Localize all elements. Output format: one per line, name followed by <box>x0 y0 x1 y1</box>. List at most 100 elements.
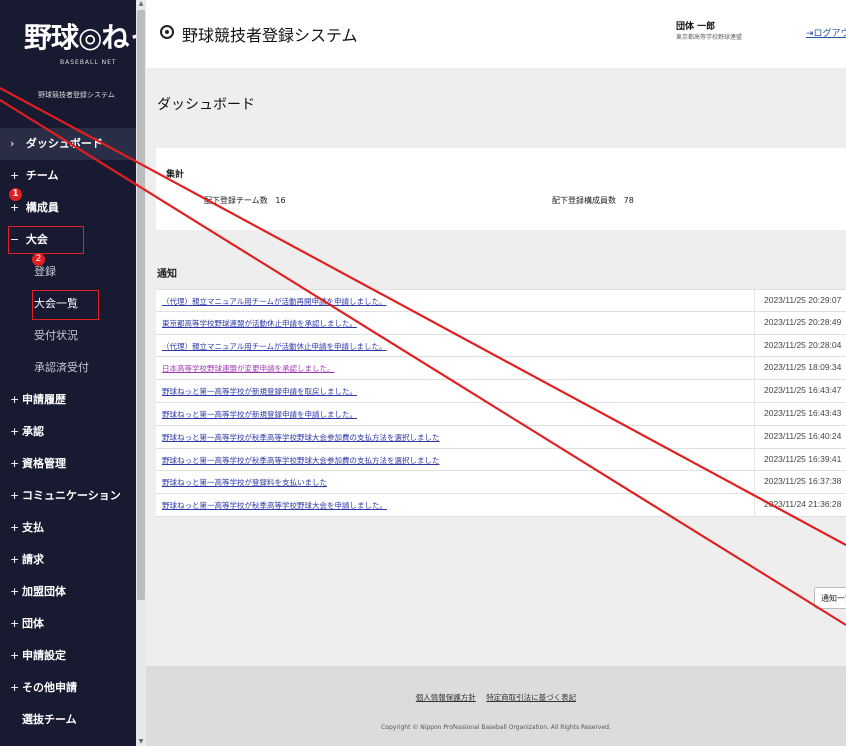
privacy-policy-link[interactable]: 個人情報保護方針 <box>416 693 476 702</box>
plus-icon: + <box>10 521 20 534</box>
sidebar-item-label: 支払 <box>22 521 44 534</box>
notice-date: 2023/11/24 21:36:28 <box>764 499 842 510</box>
sidebar-lower-items: + 申請履歴 + 承認 + 資格管理 + コミュニケーション + 支払 + 請求 + 加盟団体… <box>0 384 136 736</box>
sidebar-item-organization[interactable]: + 団体 <box>0 608 136 640</box>
logo[interactable]: 野球◎ねっと BASEBALL NET 野球競技者登録システム <box>0 0 136 128</box>
notice-date: 2023/11/25 16:43:47 <box>764 385 842 396</box>
sidebar-subitem-label: 承認済受付 <box>34 361 89 374</box>
sidebar-item-label: 申請履歴 <box>22 393 66 406</box>
highlight-box <box>8 226 84 254</box>
notice-date: 2023/11/25 16:43:43 <box>764 407 842 418</box>
notice-link[interactable]: 東京都高等学校野球連盟が活動休止申請を承認しました。 <box>162 318 357 329</box>
notice-link[interactable]: 日本高等学校野球連盟が変更申請を承認しました。 <box>162 363 335 374</box>
sidebar-item-members[interactable]: + 構成員 1 <box>0 188 136 224</box>
sidebar-item-member-orgs[interactable]: + 加盟団体 <box>0 576 136 608</box>
sidebar-subitem-approved-reception[interactable]: 承認済受付 <box>0 352 136 384</box>
notice-link[interactable]: 野球ねっと第一高等学校が登録料を支払いました <box>162 477 327 488</box>
plus-icon: + <box>10 457 20 470</box>
user-name: 団体 一郎 <box>676 22 716 32</box>
notice-row: 野球ねっと第一高等学校が新規登録申請を申請しました。 2023/11/25 16:… <box>156 402 846 426</box>
notice-link[interactable]: 野球ねっと第一高等学校が秋季高等学校野球大会参加費の支払方法を選択しました <box>162 455 440 466</box>
notice-row: （代理）親立マニュアル用チームが活動再開申請を申請しました。 2023/11/25… <box>156 289 846 312</box>
sidebar: 野球◎ねっと BASEBALL NET 野球競技者登録システム › ダッシュボー… <box>0 0 136 746</box>
copyright: Copyright © Nippon Professional Baseball… <box>381 724 611 731</box>
header: 野球競技者登録システム 団体 一郎 東京都高等学校野球連盟 ⇥ログアウト <box>146 0 846 68</box>
notice-row: 野球ねっと第一高等学校が登録料を支払いました 2023/11/25 16:37:3… <box>156 471 846 495</box>
target-logo-icon <box>160 25 174 39</box>
chevron-right-icon: › <box>10 137 15 150</box>
sidebar-item-communication[interactable]: + コミュニケーション <box>0 480 136 512</box>
notice-link[interactable]: 野球ねっと第一高等学校が新規登録申請を取戻しました。 <box>162 386 357 397</box>
notice-link[interactable]: （代理）親立マニュアル用チームが活動再開申請を申請しました。 <box>162 296 387 307</box>
plus-icon: + <box>10 649 20 662</box>
sidebar-item-label: 資格管理 <box>22 457 66 470</box>
notice-list-button[interactable]: 通知一覧 <box>814 587 846 609</box>
system-title: 野球競技者登録システム <box>182 26 358 45</box>
sidebar-item-label: 構成員 <box>25 201 59 214</box>
notice-link[interactable]: 野球ねっと第一高等学校が秋季高等学校野球大会参加費の支払方法を選択しました <box>162 432 440 443</box>
sidebar-item-tournament[interactable]: − 大会 <box>0 224 136 256</box>
sidebar-subitem-reception-status[interactable]: 受付状況 <box>0 320 136 352</box>
sidebar-item-billing[interactable]: + 請求 <box>0 544 136 576</box>
footer-links: 個人情報保護方針 特定商取引法に基づく表記 <box>146 692 846 703</box>
summary-card: 集計 配下登録チーム数 16 配下登録構成員数 78 <box>156 148 846 230</box>
team-count-value: 16 <box>275 196 286 205</box>
team-count-label: 配下登録チーム数 <box>204 196 268 205</box>
member-count-value: 78 <box>623 196 634 205</box>
sidebar-subitem-label: 登録 <box>34 265 56 278</box>
sidebar-item-team[interactable]: + チーム <box>0 160 136 192</box>
sidebar-item-qualification[interactable]: + 資格管理 <box>0 448 136 480</box>
sidebar-scrollbar[interactable]: ▲ ▼ <box>136 0 146 746</box>
logo-system-name: 野球競技者登録システム <box>38 91 115 99</box>
notice-row: 野球ねっと第一高等学校が新規登録申請を取戻しました。 2023/11/25 16:… <box>156 380 846 403</box>
notice-row: 野球ねっと第一高等学校が秋季高等学校野球大会参加費の支払方法を選択しました 202… <box>156 425 846 449</box>
user-info: 団体 一郎 東京都高等学校野球連盟 <box>676 22 742 42</box>
team-count: 配下登録チーム数 16 <box>204 195 286 206</box>
plus-icon: + <box>10 553 20 566</box>
notice-link[interactable]: 野球ねっと第一高等学校が秋季高等学校野球大会を申請しました。 <box>162 500 387 511</box>
sidebar-item-dashboard[interactable]: › ダッシュボード <box>0 128 136 160</box>
member-count: 配下登録構成員数 78 <box>552 195 634 206</box>
page-title: ダッシュボード <box>157 97 255 113</box>
sidebar-subitem-register[interactable]: 登録 2 <box>0 253 136 288</box>
plus-icon: + <box>10 681 20 694</box>
sidebar-item-label: 申請設定 <box>22 649 66 662</box>
step-badge-2: 2 <box>32 253 45 266</box>
commercial-law-link[interactable]: 特定商取引法に基づく表記 <box>486 693 576 702</box>
sidebar-subitem-tournament-list[interactable]: 大会一覧 <box>0 288 136 320</box>
logout-link[interactable]: ⇥ログアウト <box>806 26 846 39</box>
sidebar-item-selected-team[interactable]: 選抜チーム <box>0 704 136 736</box>
user-organization: 東京都高等学校野球連盟 <box>676 34 743 41</box>
plus-icon: + <box>10 489 20 502</box>
sidebar-item-approval[interactable]: + 承認 <box>0 416 136 448</box>
sidebar-subitem-label: 受付状況 <box>34 329 78 342</box>
sidebar-item-application-settings[interactable]: + 申請設定 <box>0 640 136 672</box>
sidebar-item-other-applications[interactable]: + その他申請 <box>0 672 136 704</box>
scroll-up-icon[interactable]: ▲ <box>137 0 145 8</box>
logout-label: ログアウト <box>813 29 846 39</box>
footer: 個人情報保護方針 特定商取引法に基づく表記 Copyright © Nippon… <box>146 666 846 746</box>
sidebar-item-label: ダッシュボード <box>25 137 103 150</box>
notice-link[interactable]: 野球ねっと第一高等学校が新規登録申請を申請しました。 <box>162 409 357 420</box>
notice-row: 東京都高等学校野球連盟が活動休止申請を承認しました。 2023/11/25 20:… <box>156 311 846 335</box>
sidebar-item-application-history[interactable]: + 申請履歴 <box>0 384 136 416</box>
scroll-down-icon[interactable]: ▼ <box>137 738 145 746</box>
plus-icon: + <box>10 425 20 438</box>
notices-table: （代理）親立マニュアル用チームが活動再開申請を申請しました。 2023/11/25… <box>156 289 846 517</box>
logo-text: 野球◎ねっと <box>24 21 136 54</box>
sidebar-item-label: 団体 <box>22 617 44 630</box>
sidebar-item-label: 選抜チーム <box>22 713 77 726</box>
sidebar-item-label: チーム <box>25 169 59 182</box>
notice-date: 2023/11/25 20:28:04 <box>764 339 842 350</box>
notice-date: 2023/11/25 20:28:49 <box>764 316 842 327</box>
sidebar-item-payment[interactable]: + 支払 <box>0 512 136 544</box>
sidebar-item-label: コミュニケーション <box>22 489 121 502</box>
sidebar-item-label: 加盟団体 <box>22 585 66 598</box>
notice-date: 2023/11/25 16:40:24 <box>764 430 842 441</box>
notice-row: 日本高等学校野球連盟が変更申請を承認しました。 2023/11/25 18:09:… <box>156 357 846 381</box>
sidebar-item-label: その他申請 <box>22 681 77 694</box>
notice-link[interactable]: （代理）親立マニュアル用チームが活動休止申請を申請しました。 <box>162 341 387 352</box>
plus-icon: + <box>10 393 20 406</box>
scrollbar-thumb[interactable] <box>137 10 145 600</box>
summary-title: 集計 <box>166 170 185 180</box>
